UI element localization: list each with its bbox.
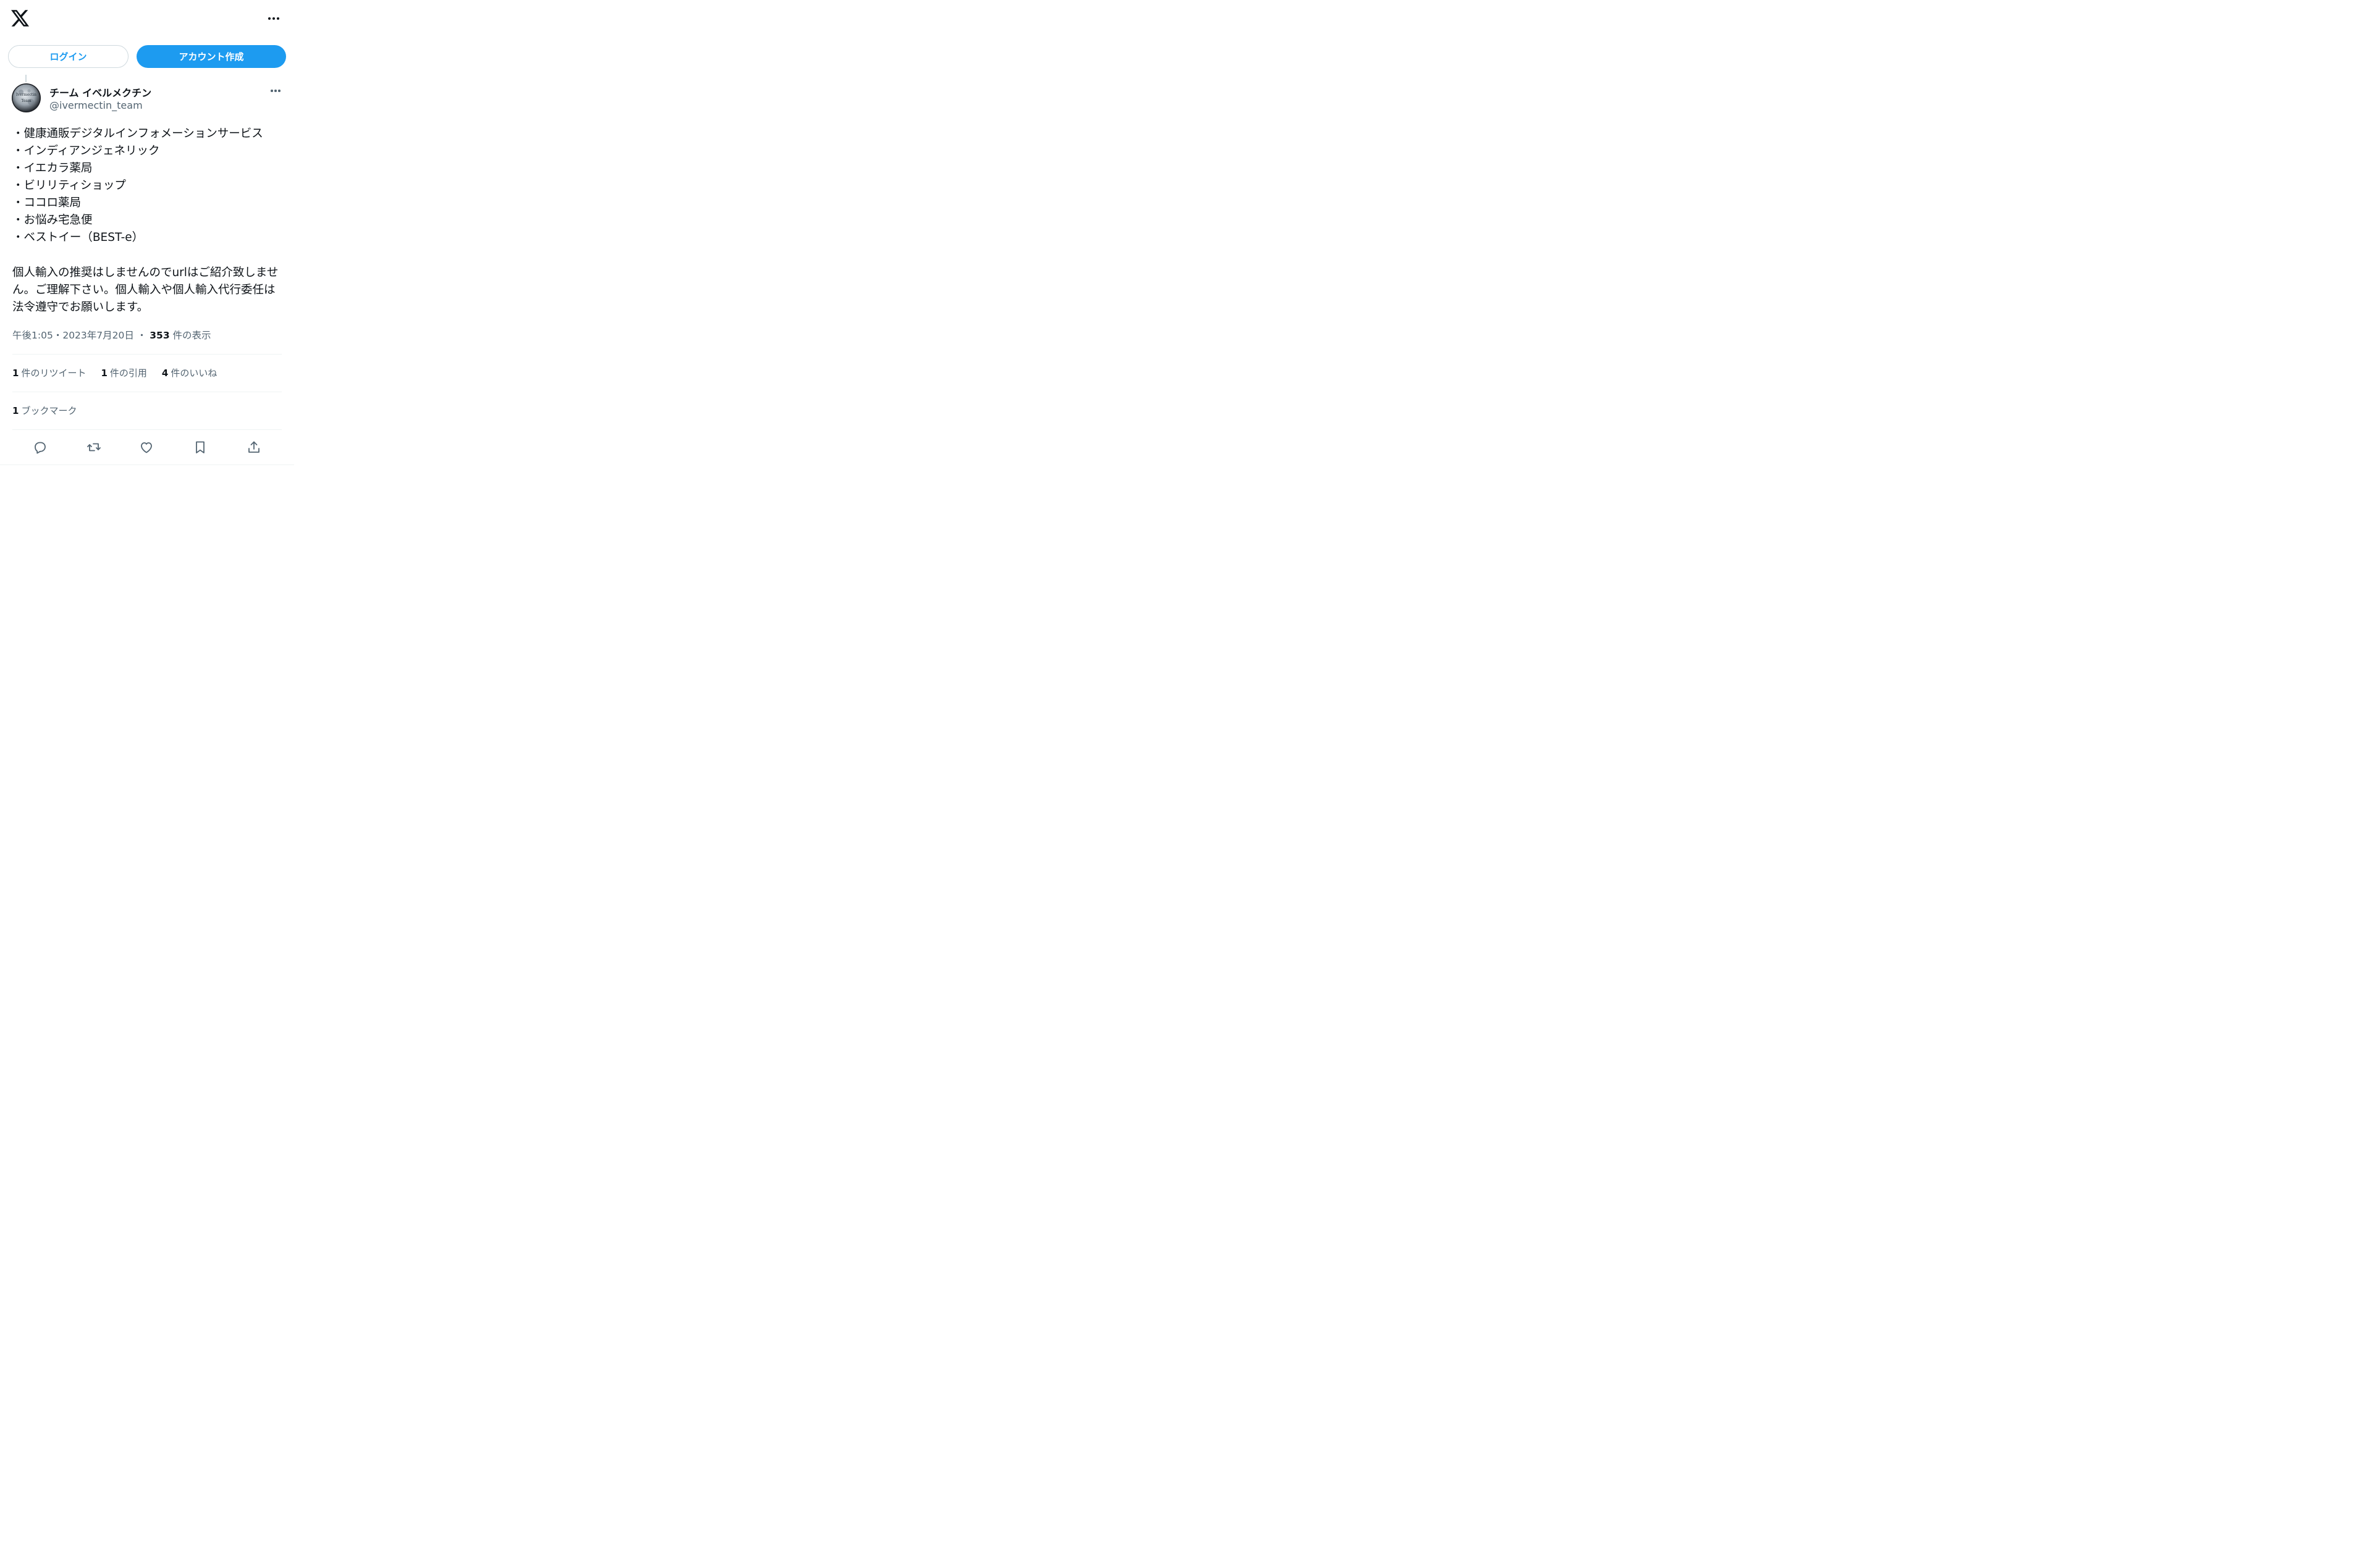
list-item: ・ベストイー（BEST-e） (12, 231, 144, 244)
post-date[interactable]: 2023年7月20日 (62, 330, 134, 341)
x-logo-icon[interactable] (11, 10, 29, 27)
author-handle[interactable]: @ivermectin_team (49, 99, 143, 111)
list-item: ・ビリリティショップ (12, 179, 126, 192)
post-time[interactable]: 午後1:05 (12, 330, 53, 341)
post-stats: 1 件のリツイート 1 件の引用 4 件のいいね (12, 366, 217, 379)
views-count: 353 (150, 330, 170, 341)
meta-separator: ・ (53, 330, 63, 341)
share-icon[interactable] (244, 437, 264, 457)
likes-stat[interactable]: 4 件のいいね (162, 366, 217, 379)
create-account-button[interactable]: アカウント作成 (137, 45, 286, 68)
retweet-icon[interactable] (84, 437, 104, 457)
list-item: ・健康通販デジタルインフォメーションサービス (12, 127, 263, 140)
avatar-text-line1: Ivermectin (16, 93, 36, 97)
list-item: ・インディアンジェネリック (12, 145, 160, 158)
views-label: 件の表示 (172, 330, 211, 341)
list-item: ・イエカラ薬局 (12, 162, 93, 175)
post-paragraph: 個人輸入の推奨はしませんのでurlはご紹介致しません。ご理解下さい。個人輸入や個… (12, 266, 279, 314)
quotes-stat[interactable]: 1 件の引用 (101, 366, 146, 379)
post-meta: 午後1:05・2023年7月20日 ・ 353 件の表示 (12, 328, 211, 342)
meta-separator: ・ (137, 330, 147, 341)
thread-connector (25, 75, 27, 82)
list-item: ・ココロ薬局 (12, 196, 82, 209)
reply-icon[interactable] (30, 437, 50, 457)
avatar[interactable]: Ivermectin Team (12, 83, 41, 112)
post-more-icon[interactable] (268, 85, 284, 96)
divider (12, 354, 282, 355)
post-column: ログイン アカウント作成 Ivermectin Team チーム イベルメクチン… (0, 0, 294, 465)
login-button[interactable]: ログイン (8, 45, 129, 68)
divider (12, 429, 282, 430)
more-options-icon[interactable] (264, 12, 283, 25)
retweets-stat[interactable]: 1 件のリツイート (12, 366, 86, 379)
bookmarks-stat[interactable]: 1 ブックマーク (12, 404, 77, 417)
bookmark-icon[interactable] (190, 437, 210, 457)
list-item: ・お悩み宅急便 (12, 214, 93, 227)
like-icon[interactable] (137, 437, 156, 457)
avatar-text-line2: Team (21, 99, 32, 103)
post-list: ・健康通販デジタルインフォメーションサービス ・インディアンジェネリック ・イエ… (12, 125, 287, 246)
author-name[interactable]: チーム イベルメクチン (49, 85, 151, 99)
action-bar (12, 437, 282, 457)
